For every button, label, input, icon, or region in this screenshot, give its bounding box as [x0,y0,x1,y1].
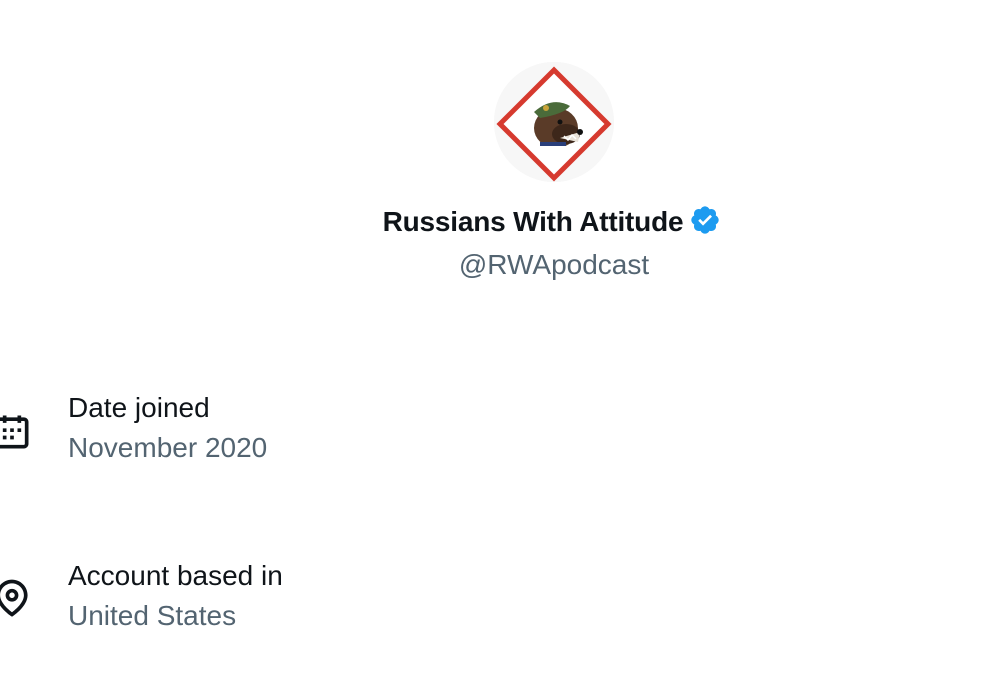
display-name-row: Russians With Attitude [0,204,1008,240]
account-handle: @RWApodcast [458,249,650,280]
account-based-in-value: United States [68,600,237,631]
date-joined-row: Date joined November 2020 [0,390,1008,470]
calendar-icon [0,415,29,449]
avatar[interactable] [494,62,614,182]
account-location-row: Account based in United States [0,558,1008,638]
account-based-in-label: Account based in [68,560,283,591]
date-joined-label: Date joined [68,392,210,423]
avatar-logo [494,62,614,182]
verified-badge-icon[interactable] [689,204,721,236]
profile-header: Russians With Attitude @RWApodcast [0,0,1008,300]
date-joined-value: November 2020 [68,432,268,463]
display-name: Russians With Attitude [382,206,684,237]
location-pin-icon [0,579,28,617]
